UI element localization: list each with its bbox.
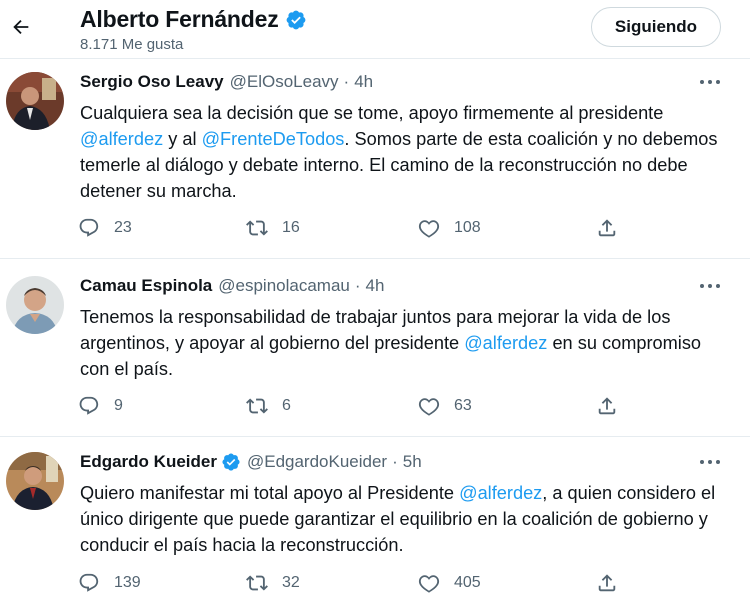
reply-count: 23 bbox=[114, 219, 132, 236]
more-dots-icon[interactable] bbox=[697, 276, 723, 296]
heart-icon bbox=[418, 398, 440, 416]
retweet-button[interactable]: 32 bbox=[246, 572, 300, 594]
separator-dot: · bbox=[354, 276, 361, 295]
separator-dot: · bbox=[392, 452, 398, 471]
separator-dot: · bbox=[343, 72, 350, 91]
reply-icon bbox=[79, 573, 99, 592]
tweet-text: Quiero manifestar mi total apoyo al Pres… bbox=[80, 480, 730, 558]
share-icon bbox=[598, 397, 616, 415]
mention-link[interactable]: @alferdez bbox=[459, 483, 542, 503]
author-handle[interactable]: @EdgardoKueider bbox=[247, 452, 387, 472]
divider bbox=[0, 58, 750, 59]
tweet[interactable]: Camau Espinola @espinolacamau · 4h Tenem… bbox=[0, 276, 750, 436]
share-button[interactable] bbox=[596, 572, 632, 594]
text-segment: y al bbox=[163, 129, 202, 149]
reply-icon bbox=[79, 396, 99, 415]
text-segment: Cualquiera sea la decisión que se tome, … bbox=[80, 103, 664, 123]
tweet-actions: 139 32 405 bbox=[78, 572, 638, 602]
retweet-button[interactable]: 6 bbox=[246, 395, 291, 417]
heart-icon bbox=[418, 575, 440, 593]
divider bbox=[0, 258, 750, 259]
author-name[interactable]: Edgardo Kueider bbox=[80, 452, 217, 472]
tweet-actions: 23 16 108 bbox=[78, 217, 638, 247]
reply-count: 139 bbox=[114, 574, 141, 591]
mention-link[interactable]: @FrenteDeTodos bbox=[202, 129, 345, 149]
mention-link[interactable]: @alferdez bbox=[80, 129, 163, 149]
mention-link[interactable]: @alferdez bbox=[464, 333, 547, 353]
retweet-icon bbox=[246, 220, 268, 236]
likes-count-subtitle: 8.171 Me gusta bbox=[80, 36, 184, 53]
verified-badge-icon bbox=[286, 10, 305, 29]
tweet-text: Cualquiera sea la decisión que se tome, … bbox=[80, 100, 730, 204]
retweet-count: 6 bbox=[282, 397, 291, 414]
share-button[interactable] bbox=[596, 395, 632, 417]
arrow-left-icon[interactable] bbox=[10, 16, 32, 38]
reply-button[interactable]: 23 bbox=[78, 217, 132, 239]
tweet[interactable]: Sergio Oso Leavy @ElOsoLeavy · 4h Cualqu… bbox=[0, 72, 750, 252]
like-button[interactable]: 108 bbox=[418, 217, 481, 239]
profile-title: Alberto Fernández bbox=[80, 6, 279, 32]
avatar[interactable] bbox=[6, 72, 64, 130]
tweet-time[interactable]: 5h bbox=[403, 452, 422, 472]
like-count: 405 bbox=[454, 574, 481, 591]
following-button[interactable]: Siguiendo bbox=[591, 7, 721, 47]
text-segment: Quiero manifestar mi total apoyo al Pres… bbox=[80, 483, 460, 503]
tweet-time[interactable]: 4h bbox=[354, 72, 373, 92]
more-dots-icon[interactable] bbox=[697, 72, 723, 92]
divider bbox=[0, 436, 750, 437]
reply-icon bbox=[79, 218, 99, 237]
like-count: 63 bbox=[454, 397, 472, 414]
share-icon bbox=[598, 219, 616, 237]
author-name[interactable]: Sergio Oso Leavy bbox=[80, 72, 224, 92]
like-count: 108 bbox=[454, 219, 481, 236]
reply-count: 9 bbox=[114, 397, 123, 414]
retweet-button[interactable]: 16 bbox=[246, 217, 300, 239]
share-button[interactable] bbox=[596, 217, 632, 239]
heart-icon bbox=[418, 220, 440, 238]
retweet-count: 16 bbox=[282, 219, 300, 236]
tweet-actions: 9 6 63 bbox=[78, 395, 638, 425]
profile-header: Alberto Fernández 8.171 Me gusta Siguien… bbox=[0, 0, 750, 58]
author-handle[interactable]: @espinolacamau bbox=[218, 276, 350, 296]
tweet-header: Sergio Oso Leavy @ElOsoLeavy · 4h bbox=[80, 72, 373, 92]
author-name[interactable]: Camau Espinola bbox=[80, 276, 212, 296]
header-text: Alberto Fernández 8.171 Me gusta bbox=[80, 6, 307, 53]
share-icon bbox=[598, 574, 616, 592]
retweet-count: 32 bbox=[282, 574, 300, 591]
avatar[interactable] bbox=[6, 452, 64, 510]
reply-button[interactable]: 9 bbox=[78, 395, 123, 417]
author-handle[interactable]: @ElOsoLeavy bbox=[230, 72, 339, 92]
more-dots-icon[interactable] bbox=[697, 452, 723, 472]
avatar[interactable] bbox=[6, 276, 64, 334]
reply-button[interactable]: 139 bbox=[78, 572, 141, 594]
like-button[interactable]: 63 bbox=[418, 395, 472, 417]
tweet[interactable]: Edgardo Kueider @EdgardoKueider · 5h Qui… bbox=[0, 452, 750, 597]
verified-badge-icon bbox=[222, 453, 240, 471]
retweet-icon bbox=[246, 398, 268, 414]
tweet-text: Tenemos la responsabilidad de trabajar j… bbox=[80, 304, 730, 382]
tweet-header: Camau Espinola @espinolacamau · 4h bbox=[80, 276, 384, 296]
like-button[interactable]: 405 bbox=[418, 572, 481, 594]
retweet-icon bbox=[246, 575, 268, 591]
tweet-header: Edgardo Kueider @EdgardoKueider · 5h bbox=[80, 452, 422, 472]
tweet-time[interactable]: 4h bbox=[366, 276, 385, 296]
profile-title-row: Alberto Fernández bbox=[80, 6, 307, 33]
